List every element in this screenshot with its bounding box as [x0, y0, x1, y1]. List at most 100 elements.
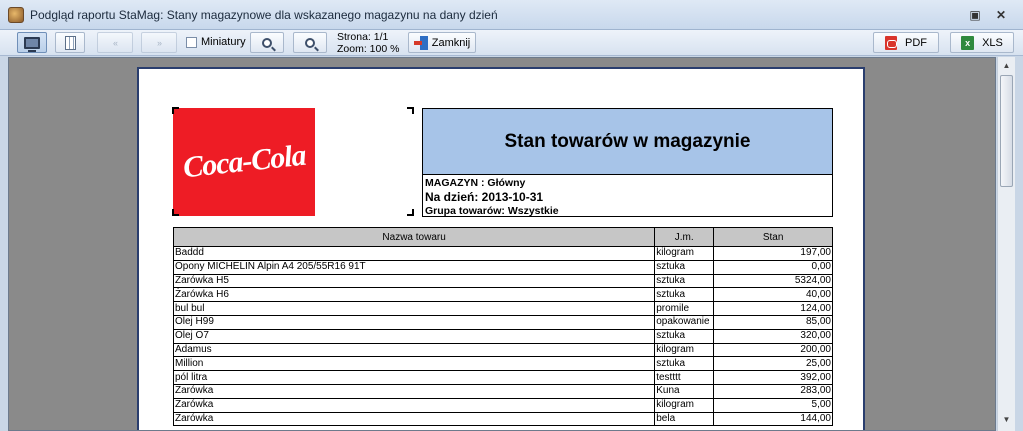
scroll-down-arrow-icon[interactable]: ▼: [998, 412, 1015, 428]
next-page-button[interactable]: ››: [141, 32, 177, 53]
previous-page-button[interactable]: ‹‹: [97, 32, 133, 53]
export-xls-button[interactable]: x XLS: [950, 32, 1014, 53]
double-right-arrow-icon: ››: [157, 37, 162, 48]
stock-table: Nazwa towaru J.m. Stan Baddd kilogram 197,…: [172, 227, 833, 427]
table-row: Olej H99 opakowanie 85,00: [172, 314, 833, 330]
cell-unit: sztuka: [654, 273, 715, 289]
cell-quantity: 25,00: [713, 356, 833, 372]
cell-quantity: 85,00: [713, 314, 833, 330]
cell-name: Adamus: [172, 342, 656, 358]
table-row: Opony MICHELIN Alpin A4 205/55R16 91T szt…: [172, 259, 833, 275]
table-row: Żarówka kilogram 5,00: [172, 397, 833, 413]
cell-unit: Kuna: [654, 383, 715, 399]
cell-unit: kilogram: [654, 342, 715, 358]
cell-unit: kilogram: [654, 397, 715, 413]
zoom-in-button[interactable]: [250, 32, 284, 53]
cell-unit: opakowanie: [654, 314, 715, 330]
cell-unit: sztuka: [654, 328, 715, 344]
cell-quantity: 197,00: [713, 246, 833, 261]
cell-name: Żarówka: [172, 383, 656, 399]
cell-quantity: 392,00: [713, 370, 833, 385]
report-header: Stan towarów w magazynie MAGAZYN : Główn…: [422, 108, 833, 217]
cell-name: Million: [172, 356, 656, 372]
cell-quantity: 200,00: [713, 342, 833, 358]
column-header-quantity: Stan: [713, 227, 833, 247]
title-bar: Podgląd raportu StaMag: Stany magazynowe…: [0, 0, 1023, 30]
excel-icon: x: [961, 35, 975, 50]
table-row: Żarówka bela 144,00: [172, 411, 833, 427]
company-logo: Coca-Cola: [173, 108, 315, 216]
cell-unit: sztuka: [654, 356, 715, 372]
selection-corner: [172, 107, 179, 114]
thumbnails-checkbox[interactable]: [186, 36, 197, 48]
selection-corner: [172, 209, 179, 216]
column-header-name: Nazwa towaru: [172, 227, 656, 247]
close-window-button[interactable]: ✕: [990, 6, 1012, 24]
close-report-label: Zamknij: [431, 36, 471, 49]
cell-name: Żarówka H5: [172, 273, 656, 289]
cell-unit: promile: [654, 301, 715, 316]
full-page-view-button[interactable]: [17, 32, 47, 53]
monitor-icon: [24, 36, 40, 52]
table-row: Olej O7 sztuka 320,00: [172, 328, 833, 344]
report-preview-area[interactable]: Coca-Cola Stan towarów w magazynie MAGAZ…: [8, 57, 996, 431]
table-row: Żarówka H5 sztuka 5324,00: [172, 273, 833, 289]
cell-name: Żarówka: [172, 411, 656, 427]
cell-name: pól litra: [172, 370, 656, 385]
thumbnails-toggle[interactable]: Miniatury: [186, 36, 246, 48]
logo-text: Coca-Cola: [181, 138, 307, 185]
product-group-line: Grupa towarów: Wszystkie: [425, 205, 559, 217]
export-pdf-button[interactable]: PDF: [873, 32, 939, 53]
cell-unit: kilogram: [654, 246, 715, 261]
scrollbar-thumb[interactable]: [1000, 75, 1013, 187]
report-title: Stan towarów w magazynie: [423, 109, 832, 175]
scroll-up-arrow-icon[interactable]: ▲: [998, 58, 1015, 74]
table-header-row: Nazwa towaru J.m. Stan: [172, 227, 833, 247]
cell-quantity: 5,00: [713, 397, 833, 413]
cell-quantity: 0,00: [713, 259, 833, 275]
zoom-out-button[interactable]: [293, 32, 327, 53]
table-row: Żarówka H6 sztuka 40,00: [172, 287, 833, 303]
table-row: bul bul promile 124,00: [172, 301, 833, 316]
cell-quantity: 40,00: [713, 287, 833, 303]
table-row: Żarówka Kuna 283,00: [172, 383, 833, 399]
report-page: Coca-Cola Stan towarów w magazynie MAGAZ…: [137, 67, 865, 430]
zoom-in-icon: [262, 37, 272, 48]
toolbar: ‹‹ ›› Miniatury Strona: 1/1 Zoom: 100 % …: [0, 30, 1023, 56]
pdf-icon: [885, 35, 897, 50]
xls-label: XLS: [982, 36, 1003, 49]
cell-unit: testttt: [654, 370, 715, 385]
column-header-unit: J.m.: [654, 227, 715, 247]
close-report-button[interactable]: Zamknij: [408, 32, 476, 53]
cell-name: Żarówka: [172, 397, 656, 413]
table-row: Baddd kilogram 197,00: [172, 246, 833, 261]
page-status: Strona: 1/1 Zoom: 100 %: [337, 31, 399, 55]
zoom-out-icon: [305, 37, 315, 48]
window-title: Podgląd raportu StaMag: Stany magazynowe…: [30, 8, 498, 22]
thumbnails-label: Miniatury: [201, 36, 246, 48]
page-width-view-button[interactable]: [55, 32, 85, 53]
table-row: Adamus kilogram 200,00: [172, 342, 833, 358]
cell-unit: sztuka: [654, 259, 715, 275]
cell-name: Żarówka H6: [172, 287, 656, 303]
table-row: Million sztuka 25,00: [172, 356, 833, 372]
cell-quantity: 320,00: [713, 328, 833, 344]
cell-unit: bela: [654, 411, 715, 427]
double-left-arrow-icon: ‹‹: [113, 37, 118, 48]
zoom-indicator: Zoom: 100 %: [337, 43, 400, 55]
pdf-label: PDF: [905, 36, 927, 49]
table-row: pól litra testttt 392,00: [172, 370, 833, 385]
page-icon: [64, 35, 76, 50]
cell-name: Baddd: [172, 246, 656, 261]
cell-quantity: 283,00: [713, 383, 833, 399]
date-line: Na dzień: 2013-10-31: [425, 190, 544, 204]
selection-corner: [407, 107, 414, 114]
cell-name: Opony MICHELIN Alpin A4 205/55R16 91T: [172, 259, 656, 275]
exit-door-icon: [413, 35, 428, 50]
cell-name: bul bul: [172, 301, 656, 316]
cell-name: Olej O7: [172, 328, 656, 344]
vertical-scrollbar[interactable]: ▲ ▼: [997, 57, 1015, 431]
page-indicator: Strona: 1/1: [337, 31, 389, 43]
warehouse-line: MAGAZYN : Główny: [425, 177, 526, 189]
restore-button[interactable]: ▣: [964, 6, 986, 24]
